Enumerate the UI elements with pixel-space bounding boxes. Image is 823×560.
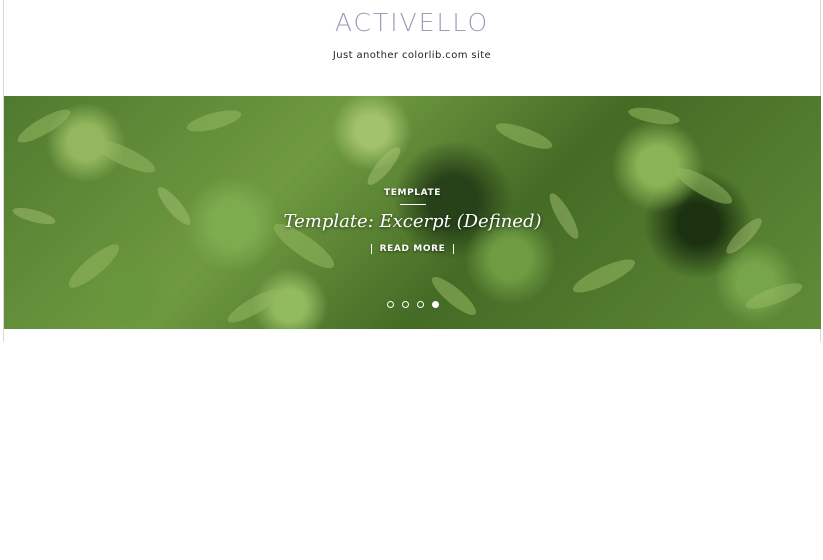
- slide-dot-2[interactable]: [401, 301, 409, 308]
- slide-dot-4[interactable]: [431, 301, 439, 308]
- slide-caption: TEMPLATE Template: Excerpt (Defined) REA…: [4, 180, 821, 255]
- hero-slider[interactable]: TEMPLATE Template: Excerpt (Defined) REA…: [4, 96, 821, 329]
- slide-category[interactable]: TEMPLATE: [384, 188, 441, 198]
- site-logo[interactable]: ACTIVELLO: [4, 8, 820, 37]
- slide-title[interactable]: Template: Excerpt (Defined): [4, 211, 821, 232]
- slider-pagination: [4, 301, 821, 308]
- page-frame: ACTIVELLO Just another colorlib.com site: [3, 0, 821, 342]
- site-tagline: Just another colorlib.com site: [332, 50, 492, 61]
- category-divider: [399, 204, 426, 205]
- slide-dot-1[interactable]: [386, 301, 394, 308]
- slide-dot-3[interactable]: [416, 301, 424, 308]
- read-more-button[interactable]: READ MORE: [370, 244, 455, 254]
- site-header: ACTIVELLO Just another colorlib.com site: [4, 0, 820, 96]
